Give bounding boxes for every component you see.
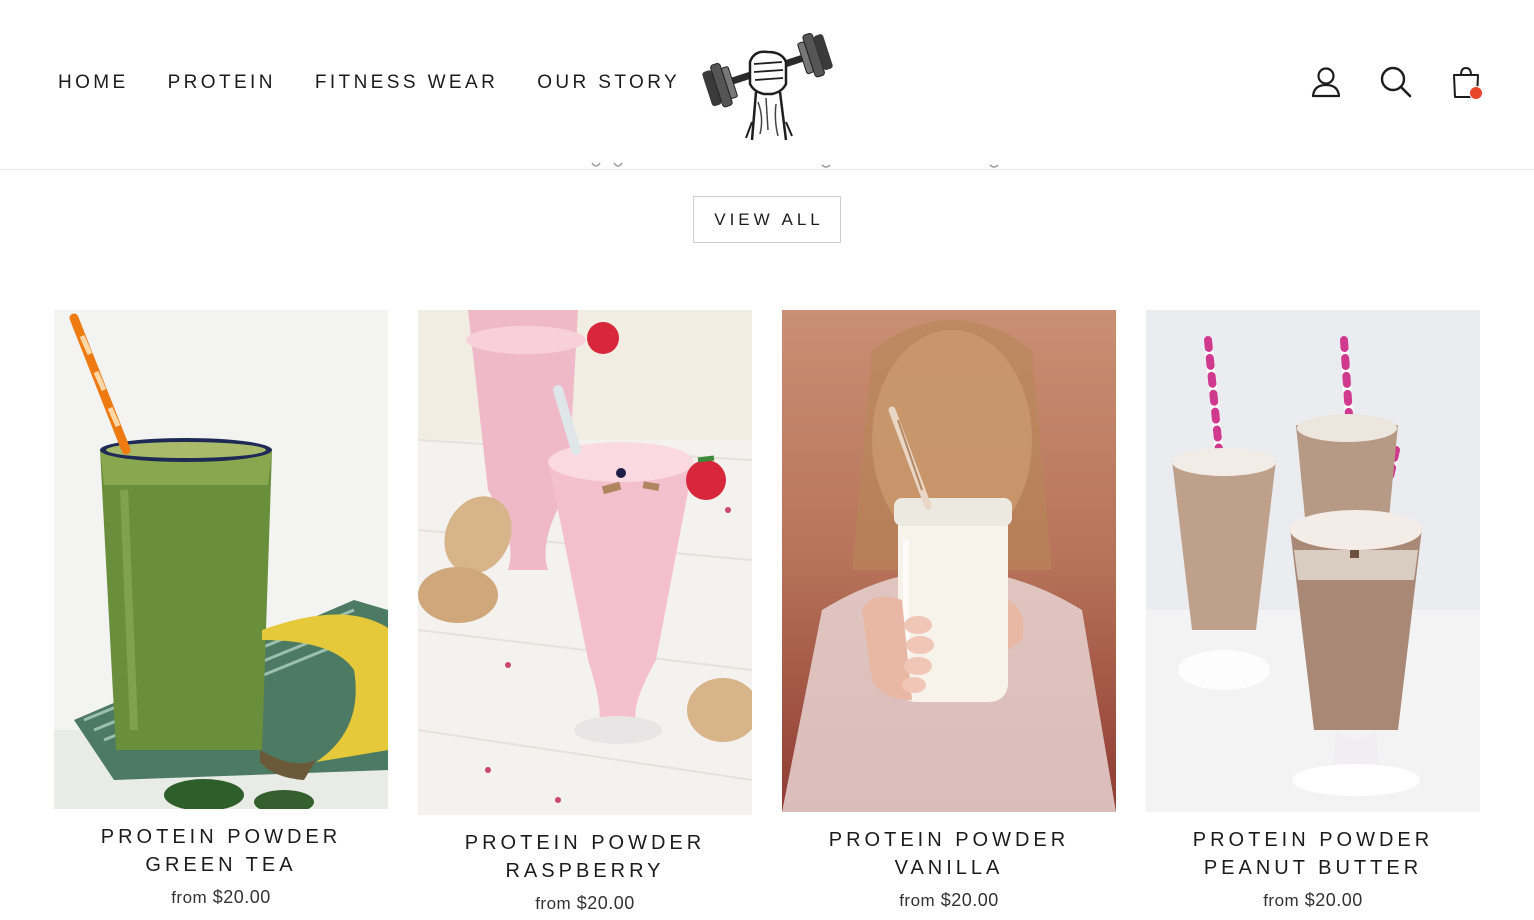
- product-title[interactable]: PROTEIN POWDER VANILLA: [782, 826, 1116, 882]
- product-price: from $20.00: [535, 893, 635, 913]
- product-card[interactable]: PROTEIN POWDER PEANUT BUTTER from $20.00: [1146, 310, 1480, 911]
- product-card[interactable]: PROTEIN POWDER GREEN TEA from $20.00: [54, 310, 388, 908]
- cart-icon[interactable]: [1450, 64, 1483, 100]
- nav-home[interactable]: HOME: [58, 70, 129, 96]
- product-image-raspberry-smoothie[interactable]: [418, 310, 752, 815]
- nav-protein[interactable]: PROTEIN: [168, 70, 276, 96]
- nav-our-story[interactable]: OUR STORY: [537, 70, 680, 96]
- hidden-scroll-remnant: [0, 160, 1534, 172]
- header-icons: [1310, 64, 1483, 100]
- product-title[interactable]: PROTEIN POWDER GREEN TEA: [54, 823, 388, 879]
- product-image-vanilla-shake[interactable]: [782, 310, 1116, 812]
- search-icon[interactable]: [1380, 64, 1412, 100]
- product-title[interactable]: PROTEIN POWDER RASPBERRY: [418, 829, 752, 885]
- product-card[interactable]: PROTEIN POWDER RASPBERRY from $20.00: [418, 310, 752, 914]
- product-card[interactable]: PROTEIN POWDER VANILLA from $20.00: [782, 310, 1116, 911]
- site-header: HOME PROTEIN FITNESS WEAR OUR STORY: [0, 0, 1534, 170]
- logo-dumbbell-fist[interactable]: [698, 22, 838, 146]
- cart-badge: [1469, 86, 1483, 100]
- nav-fitness-wear[interactable]: FITNESS WEAR: [315, 70, 498, 96]
- view-all-button[interactable]: VIEW ALL: [693, 196, 841, 243]
- product-price: from $20.00: [1263, 890, 1363, 910]
- main-nav: HOME PROTEIN FITNESS WEAR OUR STORY: [58, 70, 719, 96]
- product-title[interactable]: PROTEIN POWDER PEANUT BUTTER: [1146, 826, 1480, 882]
- product-price: from $20.00: [899, 890, 999, 910]
- account-icon[interactable]: [1310, 64, 1342, 100]
- product-image-green-tea-smoothie[interactable]: [54, 310, 388, 809]
- product-image-peanut-butter-shakes[interactable]: [1146, 310, 1480, 812]
- product-price: from $20.00: [171, 887, 271, 907]
